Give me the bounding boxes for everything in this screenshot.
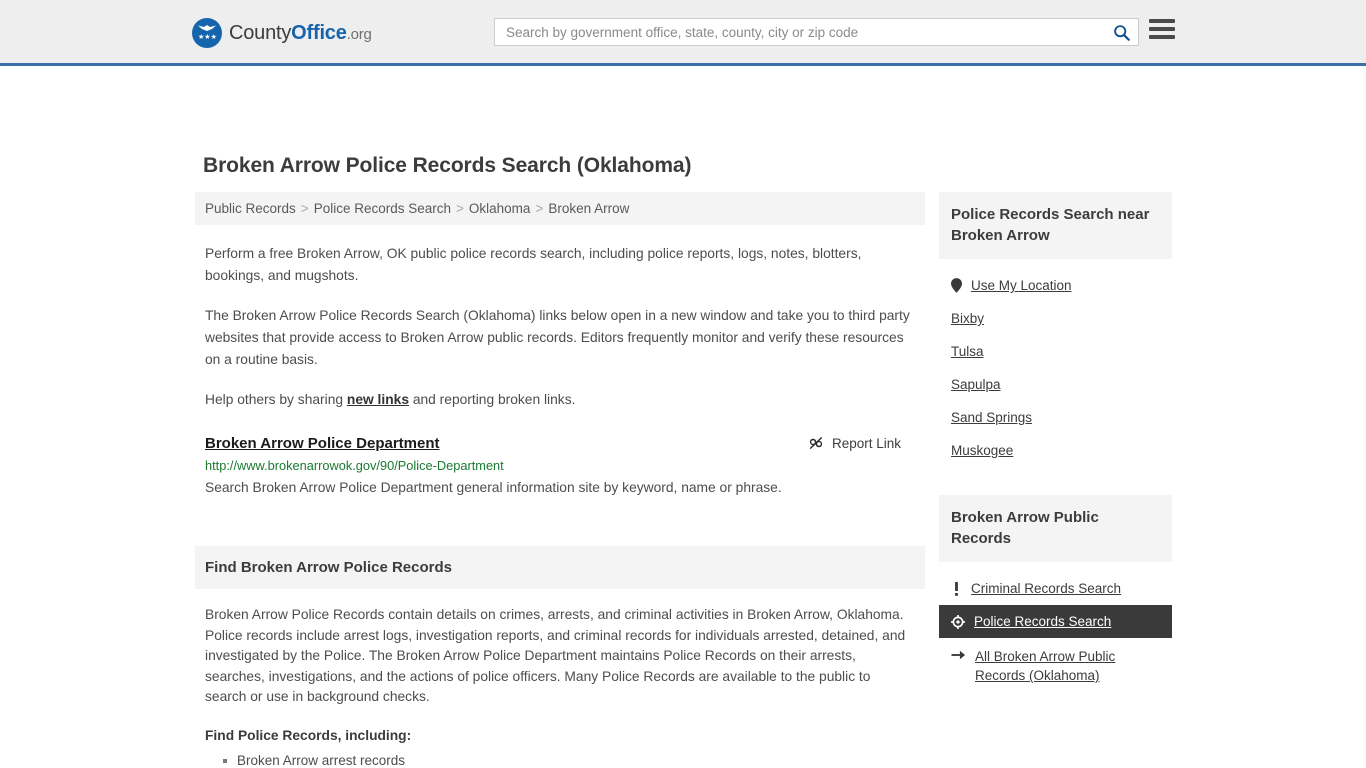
find-records-body: Broken Arrow Police Records contain deta… [205,607,906,704]
sidebar-item-bixby[interactable]: Bixby [939,302,1172,335]
crosshair-icon [951,614,965,629]
find-records-list-heading: Find Police Records, including: [205,727,412,743]
main-column: Public Records > Police Records Search > Okl… [195,192,925,768]
sidebar-item-label[interactable]: Sand Springs [951,410,1032,425]
new-links-link[interactable]: new links [347,392,409,407]
page-container: Broken Arrow Police Records Search (Okla… [0,66,1366,768]
intro-paragraph: Perform a free Broken Arrow, OK public p… [205,246,862,283]
sidebar-nearby-heading: Police Records Search near Broken Arrow [939,192,1172,259]
breadcrumb-item-police-records-search[interactable]: Police Records Search [314,201,451,216]
stars-icon: ★ ★ ★ [198,34,217,41]
sidebar-public-records-heading: Broken Arrow Public Records [939,495,1172,562]
sidebar-item-criminal-records-search[interactable]: Criminal Records Search [939,572,1172,605]
sidebar-item-use-my-location[interactable]: Use My Location [939,269,1172,302]
result-title-link[interactable]: Broken Arrow Police Department [205,435,440,452]
result-entry: Broken Arrow Police Department Report Li… [205,435,915,498]
sidebar-item-label[interactable]: Bixby [951,311,984,326]
logo-text: CountyOffice.org [229,22,372,45]
eagle-seal-icon: ★ ★ ★ [192,18,222,48]
search-icon [1113,24,1130,41]
hamburger-bar [1149,35,1175,39]
breadcrumb-separator: > [300,201,309,216]
report-link-label: Report Link [831,435,901,451]
sidebar-item-sand-springs[interactable]: Sand Springs [939,401,1172,434]
sidebar-item-label[interactable]: Tulsa [951,344,984,359]
sidebar-public-records-links: Criminal Records Search Police Records S… [939,562,1172,694]
find-records-section-heading: Find Broken Arrow Police Records [195,546,925,589]
broken-link-icon [809,437,823,449]
breadcrumb-item-public-records[interactable]: Public Records [205,201,296,216]
breadcrumb-item-oklahoma[interactable]: Oklahoma [469,201,531,216]
sidebar-nearby-links: Use My Location Bixby Tulsa Sapulpa Sand… [939,259,1172,467]
map-pin-icon [951,278,962,293]
share-prefix: Help others by sharing [205,392,347,407]
sidebar-item-muskogee[interactable]: Muskogee [939,434,1172,467]
search-button[interactable] [1104,19,1138,45]
breadcrumb-separator: > [535,201,544,216]
hamburger-menu-icon[interactable] [1149,19,1175,39]
search-input[interactable] [495,19,1104,45]
sidebar-item-sapulpa[interactable]: Sapulpa [939,368,1172,401]
report-link-button[interactable]: Report Link [808,435,915,451]
sidebar-item-police-records-search[interactable]: Police Records Search [939,605,1172,638]
share-paragraph: Help others by sharing new links and rep… [205,389,915,411]
sidebar-item-label[interactable]: Police Records Search [974,614,1111,629]
logo-text-county: County [229,21,292,44]
arrow-right-icon [951,649,966,661]
hamburger-bar [1149,19,1175,23]
sidebar-item-label[interactable]: Sapulpa [951,377,1001,392]
hamburger-bar [1149,27,1175,31]
content-columns: Public Records > Police Records Search > Okl… [0,192,1366,768]
find-records-list: Broken Arrow arrest records Police inves… [205,751,915,768]
logo-text-org: .org [346,25,372,43]
sidebar: Police Records Search near Broken Arrow … [939,192,1172,768]
result-header-row: Broken Arrow Police Department Report Li… [205,435,915,452]
sidebar-item-all-public-records[interactable]: All Broken Arrow Public Records (Oklahom… [939,638,1172,694]
site-logo[interactable]: ★ ★ ★ CountyOffice.org [192,18,372,48]
exclamation-icon [951,581,962,596]
sidebar-item-tulsa[interactable]: Tulsa [939,335,1172,368]
share-suffix: and reporting broken links. [409,392,576,407]
list-item: Broken Arrow arrest records [223,751,915,768]
result-description: Search Broken Arrow Police Department ge… [205,480,782,495]
sidebar-item-label[interactable]: Muskogee [951,443,1013,458]
sidebar-item-label[interactable]: All Broken Arrow Public Records (Oklahom… [975,647,1160,685]
breadcrumb-separator: > [456,201,464,216]
breadcrumb-item-broken-arrow[interactable]: Broken Arrow [548,201,629,216]
breadcrumb: Public Records > Police Records Search > Okl… [195,192,925,225]
sidebar-item-label[interactable]: Criminal Records Search [971,581,1121,596]
site-header: ★ ★ ★ CountyOffice.org [0,0,1366,66]
page-title: Broken Arrow Police Records Search (Okla… [203,154,692,177]
search-bar[interactable] [494,18,1139,46]
second-paragraph: The Broken Arrow Police Records Search (… [205,308,910,367]
logo-text-office: Office [291,21,347,44]
sidebar-item-label[interactable]: Use My Location [971,278,1072,293]
result-url: http://www.brokenarrowok.gov/90/Police-D… [205,458,504,473]
